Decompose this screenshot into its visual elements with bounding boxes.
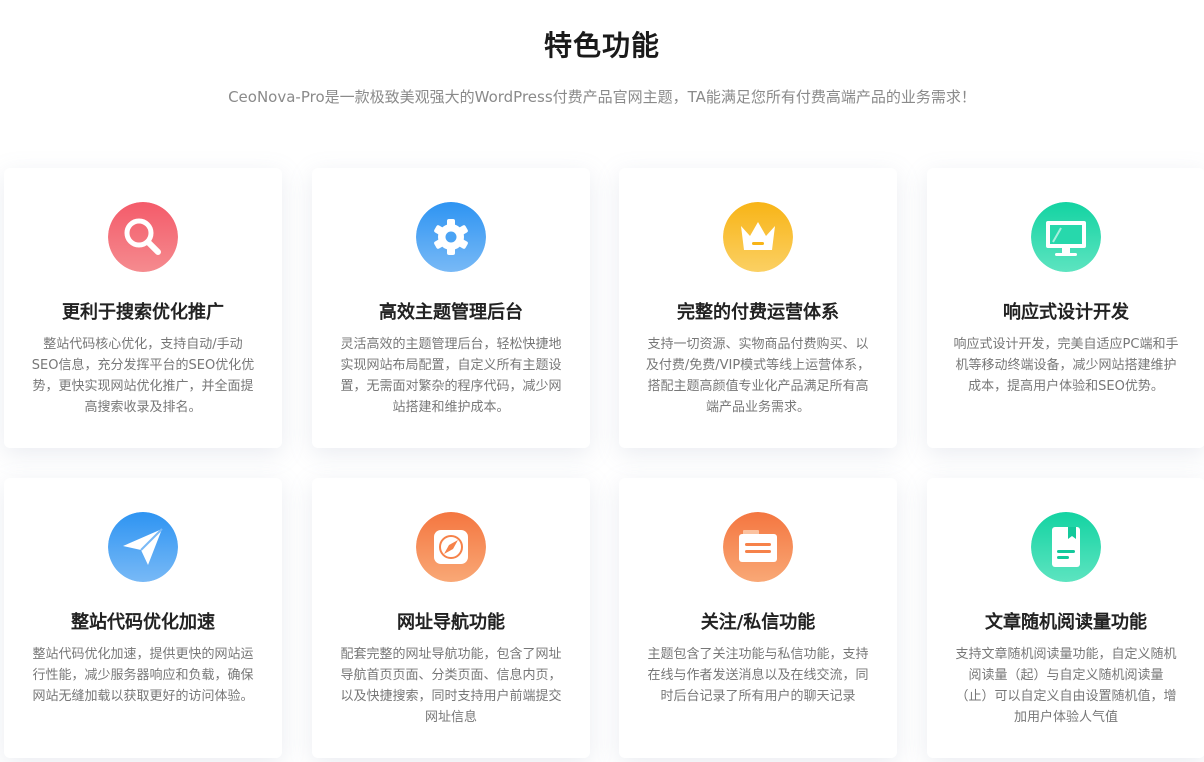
monitor-icon [1031,202,1101,272]
compass-icon [416,512,486,582]
feature-card-seo: 更利于搜索优化推广 整站代码核心优化，支持自动/手动SEO信息，充分发挥平台的S… [4,168,282,448]
feature-title: 文章随机阅读量功能 [985,612,1147,633]
feature-desc: 主题包含了关注功能与私信功能，支持在线与作者发送消息以及在线交流，同时后台记录了… [647,647,869,704]
feature-desc: 灵活高效的主题管理后台，轻松快捷地实现网站布局配置，自定义所有主题设置，无需面对… [340,337,562,415]
feature-card-random-views: 文章随机阅读量功能 支持文章随机阅读量功能，自定义随机阅读量（起）与自定义随机阅… [927,478,1204,758]
feature-desc: 整站代码核心优化，支持自动/手动SEO信息，充分发挥平台的SEO优化优势，更快实… [31,337,255,415]
feature-desc: 配套完整的网址导航功能，包含了网址导航首页页面、分类页面、信息内页，以及快捷搜索… [340,647,562,725]
feature-card-admin: 高效主题管理后台 灵活高效的主题管理后台，轻松快捷地实现网站布局配置，自定义所有… [312,168,590,448]
feature-card-payment: 完整的付费运营体系 支持一切资源、实物商品付费购买、以及付费/免费/VIP模式等… [619,168,897,448]
gear-icon [416,202,486,272]
feature-title: 网址导航功能 [397,612,505,633]
feature-title: 响应式设计开发 [1003,302,1129,323]
feature-desc: 支持文章随机阅读量功能，自定义随机阅读量（起）与自定义随机阅读量（止）可以自定义… [955,647,1177,725]
section-title: 特色功能 [543,29,660,62]
feature-desc: 支持一切资源、实物商品付费购买、以及付费/免费/VIP模式等线上运营体系，搭配主… [645,337,871,415]
crown-icon [723,202,793,272]
feature-desc: 整站代码优化加速，提供更快的网站运行性能，减少服务器响应和负载，确保网站无缝加载… [32,647,254,704]
search-icon [108,202,178,272]
book-icon [1031,512,1101,582]
feature-card-responsive: 响应式设计开发 响应式设计开发，完美自适应PC端和手机等移动终端设备，减少网站搭… [927,168,1204,448]
feature-title: 关注/私信功能 [700,612,816,633]
feature-title: 整站代码优化加速 [71,612,215,633]
feature-card-navigation: 网址导航功能 配套完整的网址导航功能，包含了网址导航首页页面、分类页面、信息内页… [312,478,590,758]
paper-plane-icon [108,512,178,582]
feature-desc: 响应式设计开发，完美自适应PC端和手机等移动终端设备，减少网站搭建维护成本，提高… [953,337,1179,394]
feature-card-follow-message: 关注/私信功能 主题包含了关注功能与私信功能，支持在线与作者发送消息以及在线交流… [619,478,897,758]
feature-card-speed: 整站代码优化加速 整站代码优化加速，提供更快的网站运行性能，减少服务器响应和负载… [4,478,282,758]
message-icon [723,512,793,582]
feature-title: 更利于搜索优化推广 [62,302,224,323]
feature-title: 完整的付费运营体系 [677,302,839,323]
section-subtitle: CeoNova-Pro是一款极致美观强大的WordPress付费产品官网主题，T… [228,88,976,106]
feature-title: 高效主题管理后台 [379,302,523,323]
